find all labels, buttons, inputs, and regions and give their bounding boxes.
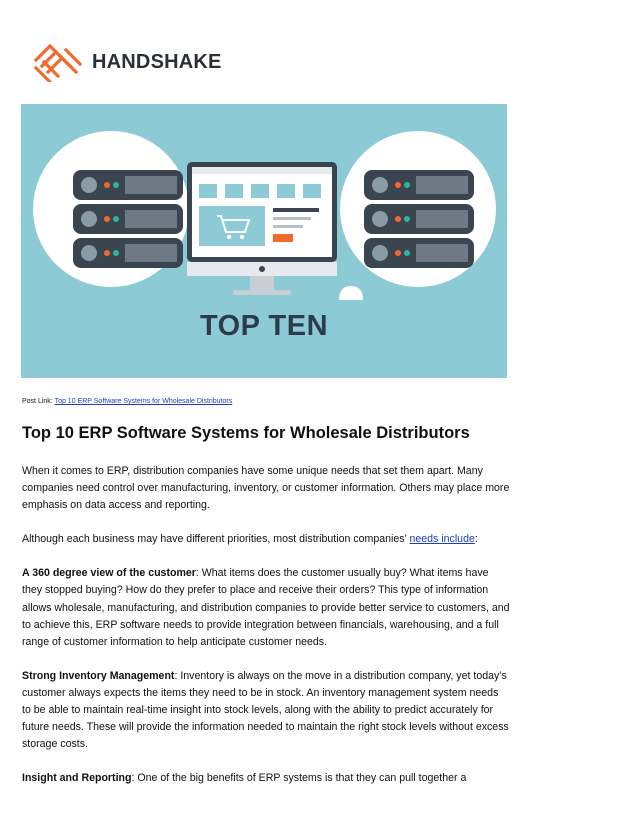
- article-body: When it comes to ERP, distribution compa…: [22, 463, 510, 804]
- priorities-paragraph: Although each business may have differen…: [22, 531, 510, 548]
- priorities-colon: :: [474, 533, 478, 546]
- intro-paragraph: When it comes to ERP, distribution compa…: [22, 465, 510, 512]
- section-inventory: Strong Inventory Management: Inventory i…: [22, 668, 510, 753]
- handshake-logo-icon: [33, 43, 83, 82]
- hero-title: TOP TEN: [199, 310, 329, 342]
- section-heading: Insight and Reporting: [22, 772, 132, 785]
- post-link-line: Post Link: Top 10 ERP Software Systems f…: [22, 398, 232, 405]
- left-server-rack: [73, 170, 183, 268]
- right-server-rack: [364, 170, 474, 268]
- section-reporting: Insight and Reporting: One of the big be…: [22, 770, 510, 787]
- hero-illustration: TOP TEN: [21, 104, 507, 378]
- article-title: Top 10 ERP Software Systems for Wholesal…: [22, 424, 470, 442]
- post-link[interactable]: Top 10 ERP Software Systems for Wholesal…: [55, 398, 233, 405]
- post-link-label: Post Link:: [22, 398, 53, 405]
- section-text: : One of the big benefits of ERP systems…: [131, 772, 467, 785]
- needs-include-link[interactable]: needs include: [409, 533, 474, 545]
- section-customer-view: A 360 degree view of the customer: What …: [22, 565, 510, 650]
- section-heading: Strong Inventory Management: [22, 669, 175, 682]
- monitor: [187, 162, 337, 295]
- logo-text: HANDSHAKE: [92, 50, 222, 73]
- section-heading: A 360 degree view of the customer: [22, 567, 196, 580]
- handshake-logo: HANDSHAKE: [32, 42, 222, 82]
- priorities-text: Although each business may have differen…: [22, 533, 410, 546]
- section-text: : What items does the customer usually b…: [22, 567, 510, 648]
